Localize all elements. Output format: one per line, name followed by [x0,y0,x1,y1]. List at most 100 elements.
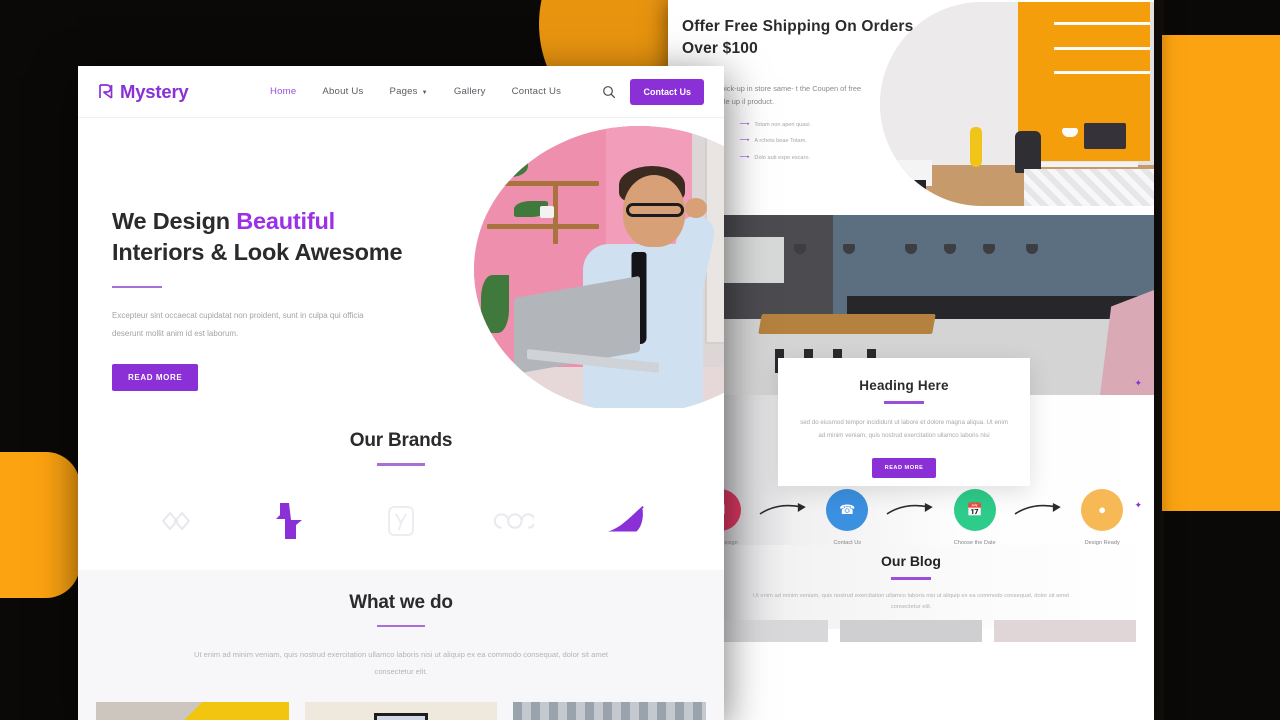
hero-person-hand [685,197,708,218]
list-item: ⟶ Dolo auti expo excaro. [739,154,811,162]
hero-title-part1: We Design [112,208,237,234]
back-hero-image [880,2,1154,206]
blog-card-thumb[interactable] [994,619,1136,642]
logo-text: Mystery [120,80,189,102]
hero-wall-shelf [487,223,600,229]
background-webpage-panel[interactable]: Offer Free Shipping On Orders Over $100 … [668,0,1154,720]
back-card-read-more-button[interactable]: READ MORE [871,457,937,478]
office-shelf [1054,71,1150,75]
back-blog-cards [668,614,1154,642]
phone-call-icon: ☎ [826,488,869,531]
arrow-connector-icon [885,500,937,518]
what-we-do-section: What we do Ut enim ad minim veniam, quis… [78,569,724,720]
hero-read-more-button[interactable]: READ MORE [112,364,199,392]
nav-item-pages-label: Pages [389,86,418,97]
what-we-do-title: What we do [349,591,453,613]
arrow-connector-icon [1013,500,1065,518]
blog-card-thumb[interactable] [840,619,982,642]
office-bench [892,159,932,196]
nav-item-pages[interactable]: Pages ▼ [389,86,427,97]
navbar: Mystery Home About Us Pages ▼ Gallery Con… [78,66,724,118]
back-card-title: Heading Here [859,378,949,393]
feature-label: Totam non aperi quasi. [754,121,811,128]
back-blog-section: Our Blog Ut enim ad minim veniam, quis n… [668,545,1154,642]
arrow-right-icon: ⟶ [739,120,750,128]
process-step-contact-us[interactable]: ☎ Contact Us [809,488,885,546]
yoast-y-brand-icon[interactable] [380,500,422,542]
kitchen-wood-table [758,314,937,334]
nav-item-gallery[interactable]: Gallery [454,86,486,97]
back-blog-paragraph: Ut enim ad minim veniam, quis nostrud ex… [752,592,1070,611]
orange-rect-decoration-right [1162,35,1280,511]
diamond-chevron-brand-icon[interactable] [156,500,198,542]
hero-plant [480,275,509,334]
office-desk [1039,162,1138,168]
office-wall [880,2,1018,170]
hero-plant [493,154,528,177]
office-side-wall [1150,2,1154,174]
hero-plant-pot [540,206,554,219]
nav-item-about-us[interactable]: About Us [322,86,363,97]
brands-section: Our Brands [78,408,724,570]
arrow-right-icon: ⟶ [739,153,750,161]
hero-title-accent: Beautiful [236,208,335,234]
scroll-indicator-dot[interactable]: ✦ [1134,500,1142,511]
what-we-do-rule [377,624,425,627]
scroll-indicator-dot[interactable]: ✦ [1134,378,1142,389]
hero-section: We Design Beautiful Interiors & Look Awe… [78,118,724,408]
navbar-right: Contact Us [602,78,724,105]
what-we-do-paragraph: Ut enim ad minim veniam, quis nostrud ex… [193,650,609,676]
what-we-do-cards [78,680,724,720]
back-blog-rule [891,577,931,580]
purple-feather-brand-icon[interactable] [604,500,646,542]
purple-lightning-brand-icon[interactable] [268,500,310,542]
logo[interactable]: Mystery [98,81,248,103]
orange-rounded-rect-decoration-left [0,452,80,598]
office-guitar [970,127,982,168]
contact-us-button[interactable]: Contact Us [630,78,704,105]
hero-image [474,126,724,408]
office-desk-lamp [1062,127,1078,137]
office-chair [1015,131,1041,174]
feature-list-right: ⟶ Totam non aperi quasi. ⟶ A rchots beae T… [739,121,811,179]
brands-title: Our Brands [349,430,453,451]
hero-text-block: We Design Beautiful Interiors & Look Awe… [112,206,432,392]
process-step-label: Choose the Date [953,539,996,546]
lightbulb-icon: ● [1081,488,1124,531]
office-bed [1024,169,1154,206]
process-step-design-ready[interactable]: ● Design Ready [1064,488,1140,546]
chevron-down-icon: ▼ [421,90,428,96]
office-shelf [1054,46,1150,50]
calendar-icon: 📅 [953,488,996,531]
foreground-webpage-panel[interactable]: Mystery Home About Us Pages ▼ Gallery Con… [78,66,724,720]
nav-item-home[interactable]: Home [270,86,296,97]
cloud-infinity-brand-icon[interactable] [492,500,534,542]
arrow-right-icon: ⟶ [739,137,750,145]
hero-paragraph: Excepteur sint occaecat cupidatat non pr… [112,311,364,338]
process-step-label: Design Ready [1084,539,1120,546]
nav-item-contact-us[interactable]: Contact Us [512,86,561,97]
yellow-armchair-photo[interactable] [96,702,289,720]
hero-wall-shelf [500,180,600,186]
back-card-paragraph: sed do eiusmod tempor incididunt ut labo… [800,418,1008,439]
list-item: ⟶ Totam non aperi quasi. [739,121,811,129]
hero-rule [112,285,162,288]
search-icon[interactable] [602,85,616,99]
screenshot-stage: Offer Free Shipping On Orders Over $100 … [0,0,1280,720]
back-heading-card: Heading Here sed do eiusmod tempor incid… [778,358,1030,486]
process-step-choose-the-date[interactable]: 📅 Choose the Date [937,488,1013,546]
process-steps: ☑ Dream Design ☎ Contact Us 📅 Choose the… [668,488,1154,546]
hero-title: We Design Beautiful Interiors & Look Awe… [112,206,432,269]
living-room-sofa-photo[interactable] [304,702,498,720]
back-blog-title: Our Blog [881,553,941,569]
nav-links: Home About Us Pages ▼ Gallery Contact Us [270,86,561,97]
feature-label: A rchots beae Totam. [754,138,807,145]
back-hero-section: Offer Free Shipping On Orders Over $100 … [668,0,1154,215]
arrow-connector-icon [758,500,810,518]
brands-rule [377,463,425,466]
red-couch-lounge-photo[interactable] [513,702,707,720]
brand-logo-row [78,500,724,542]
wall-art-frame [374,712,429,720]
feature-label: Dolo auti expo excaro. [754,154,811,161]
mystery-monogram-icon [98,83,114,100]
